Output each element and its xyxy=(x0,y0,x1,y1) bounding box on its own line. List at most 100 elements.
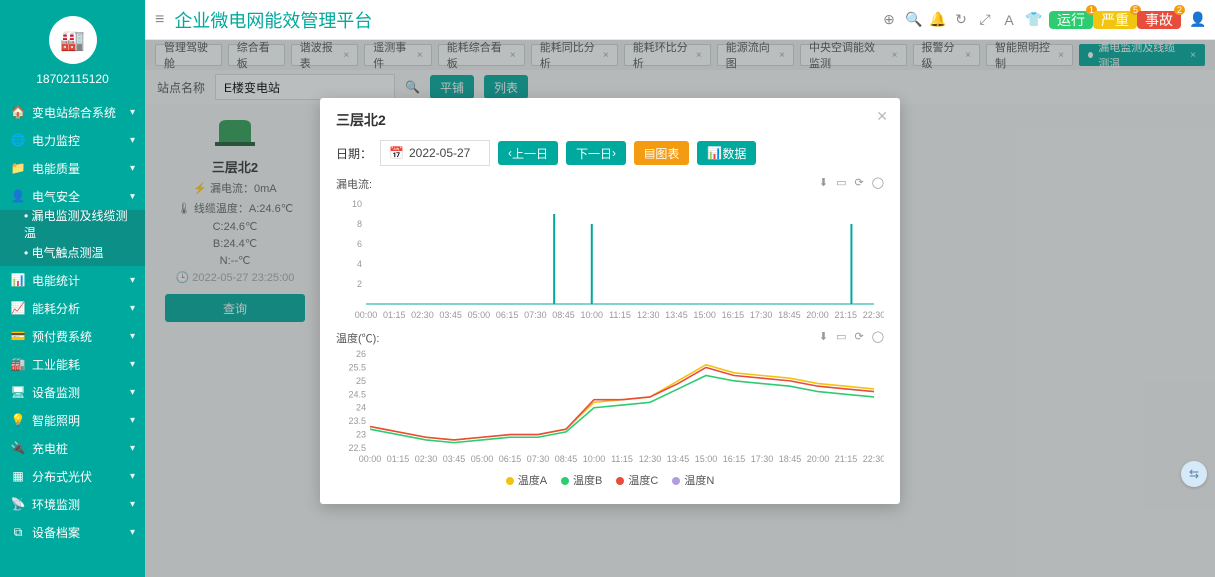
svg-text:8: 8 xyxy=(357,219,362,229)
sidebar-item[interactable]: 📈能耗分析▾ xyxy=(0,294,145,322)
legend-item[interactable]: 温度N xyxy=(672,472,714,488)
download-icon[interactable]: ⬇ xyxy=(819,330,828,343)
sidebar-item[interactable]: 📁电能质量▾ xyxy=(0,154,145,182)
svg-text:4: 4 xyxy=(357,259,362,269)
sidebar-item-label: 设备档案 xyxy=(32,524,80,541)
sidebar-item[interactable]: 🖥设备监测▾ xyxy=(0,378,145,406)
sidebar-item[interactable]: 🏭工业能耗▾ xyxy=(0,350,145,378)
svg-text:21:15: 21:15 xyxy=(835,310,858,320)
chevron-icon: ▾ xyxy=(130,107,135,118)
menu-toggle-icon[interactable]: ≡ xyxy=(155,11,164,29)
chevron-icon: ▾ xyxy=(130,471,135,482)
svg-text:16:15: 16:15 xyxy=(723,454,746,464)
sidebar-subitem[interactable]: • 漏电监测及线缆测温 xyxy=(0,210,145,238)
sidebar-item[interactable]: 📡环境监测▾ xyxy=(0,490,145,518)
svg-text:26: 26 xyxy=(356,349,366,359)
fullscreen-icon[interactable]: ⤢ xyxy=(977,11,993,28)
sidebar-item-label: 工业能耗 xyxy=(32,356,80,373)
menu-icon: 👤 xyxy=(10,189,26,203)
svg-text:00:00: 00:00 xyxy=(355,310,378,320)
svg-text:10: 10 xyxy=(352,199,362,209)
sidebar-item-label: 电气安全 xyxy=(32,188,80,205)
status-badge[interactable]: 运行1 xyxy=(1049,11,1093,29)
bell-icon[interactable]: 🔔 xyxy=(929,11,945,28)
chart-button[interactable]: ▤ 图表 xyxy=(634,141,689,165)
svg-text:02:30: 02:30 xyxy=(415,454,438,464)
theme-icon[interactable]: 👕 xyxy=(1025,11,1041,28)
svg-text:11:15: 11:15 xyxy=(611,454,633,464)
sidebar-subitem[interactable]: • 电气触点测温 xyxy=(0,238,145,266)
legend-item[interactable]: 温度C xyxy=(616,472,658,488)
chevron-icon: ▾ xyxy=(130,275,135,286)
svg-text:22:30: 22:30 xyxy=(863,454,884,464)
svg-text:05:00: 05:00 xyxy=(471,454,494,464)
temp-chart: 22.52323.52424.52525.52600:0001:1502:300… xyxy=(336,348,884,468)
sidebar-item[interactable]: 🏠变电站综合系统▾ xyxy=(0,98,145,126)
menu-icon: 📡 xyxy=(10,497,26,511)
reload-icon[interactable]: ◯ xyxy=(872,176,884,189)
leak-chart-tools: ⬇ ▭ ⟳ ◯ xyxy=(819,176,884,189)
sidebar-item[interactable]: 📊电能统计▾ xyxy=(0,266,145,294)
sidebar-item[interactable]: ⧉设备档案▾ xyxy=(0,518,145,546)
sidebar-item-label: 分布式光伏 xyxy=(32,468,92,485)
float-button[interactable]: ⇆ xyxy=(1181,461,1207,487)
temp-chart-title: 温度(℃): xyxy=(336,330,884,346)
user-icon[interactable]: 👤 xyxy=(1189,11,1205,28)
chevron-icon: ▾ xyxy=(130,359,135,370)
sidebar-item-label: 电能统计 xyxy=(32,272,80,289)
sidebar-item-label: 设备监测 xyxy=(32,384,80,401)
zoom-icon[interactable]: ▭ xyxy=(836,330,846,343)
next-day-button[interactable]: 下一日 › xyxy=(566,141,626,165)
chevron-icon: ▾ xyxy=(130,527,135,538)
globe-icon[interactable]: ⊕ xyxy=(881,11,897,28)
menu-icon: 🏠 xyxy=(10,105,26,119)
logo-box: 🏭 xyxy=(0,0,145,72)
menu-icon: ▦ xyxy=(10,469,26,483)
sidebar-item[interactable]: 👤 电气安全 ▴ xyxy=(0,182,145,210)
header-icons: ⊕ 🔍 🔔 ↻ ⤢ A 👕 运行1严重5事故2 👤 xyxy=(881,11,1205,29)
menu-icon: 💳 xyxy=(10,329,26,343)
chevron-icon: ▾ xyxy=(130,135,135,146)
status-badge[interactable]: 严重5 xyxy=(1093,11,1137,29)
sidebar-item[interactable]: 🔌充电桩▾ xyxy=(0,434,145,462)
chevron-icon: ▾ xyxy=(130,415,135,426)
svg-text:20:00: 20:00 xyxy=(807,454,830,464)
restore-icon[interactable]: ⟳ xyxy=(854,176,863,189)
search-icon[interactable]: 🔍 xyxy=(905,11,921,28)
reload-icon[interactable]: ◯ xyxy=(872,330,884,343)
language-icon[interactable]: A xyxy=(1001,12,1017,28)
restore-icon[interactable]: ⟳ xyxy=(854,330,863,343)
svg-text:15:00: 15:00 xyxy=(693,310,716,320)
sidebar-item[interactable]: 💡智能照明▾ xyxy=(0,406,145,434)
svg-text:18:45: 18:45 xyxy=(778,310,801,320)
svg-text:08:45: 08:45 xyxy=(555,454,578,464)
svg-text:00:00: 00:00 xyxy=(359,454,382,464)
legend-item[interactable]: 温度A xyxy=(506,472,547,488)
svg-text:13:45: 13:45 xyxy=(665,310,688,320)
sidebar: 🏭 18702115120 🏠变电站综合系统▾🌐电力监控▾📁电能质量▾👤电气安全… xyxy=(0,0,145,577)
sidebar-item-label: 环境监测 xyxy=(32,496,80,513)
svg-text:20:00: 20:00 xyxy=(806,310,829,320)
svg-text:17:30: 17:30 xyxy=(750,310,773,320)
svg-text:23: 23 xyxy=(356,430,366,440)
sidebar-item[interactable]: ▦ 分布式光伏 ▾ xyxy=(0,462,145,490)
svg-text:12:30: 12:30 xyxy=(637,310,660,320)
prev-day-button[interactable]: ‹ 上一日 xyxy=(498,141,558,165)
chevron-icon: ▴ xyxy=(130,191,135,202)
zoom-icon[interactable]: ▭ xyxy=(836,176,846,189)
svg-text:10:00: 10:00 xyxy=(581,310,604,320)
temp-legend: 温度A 温度B 温度C 温度N xyxy=(336,472,884,488)
chevron-icon: ▾ xyxy=(130,331,135,342)
date-input[interactable]: 📅2022-05-27 xyxy=(380,140,490,166)
menu-icon: 🖥 xyxy=(10,385,26,399)
legend-item[interactable]: 温度B xyxy=(561,472,602,488)
sidebar-item[interactable]: 🌐电力监控▾ xyxy=(0,126,145,154)
refresh-icon[interactable]: ↻ xyxy=(953,11,969,28)
svg-text:07:30: 07:30 xyxy=(527,454,550,464)
download-icon[interactable]: ⬇ xyxy=(819,176,828,189)
data-button[interactable]: 📊 数据 xyxy=(697,141,756,165)
status-badge[interactable]: 事故2 xyxy=(1137,11,1181,29)
close-icon[interactable]: ✕ xyxy=(876,108,888,125)
svg-text:02:30: 02:30 xyxy=(411,310,434,320)
sidebar-item[interactable]: 💳预付费系统▾ xyxy=(0,322,145,350)
